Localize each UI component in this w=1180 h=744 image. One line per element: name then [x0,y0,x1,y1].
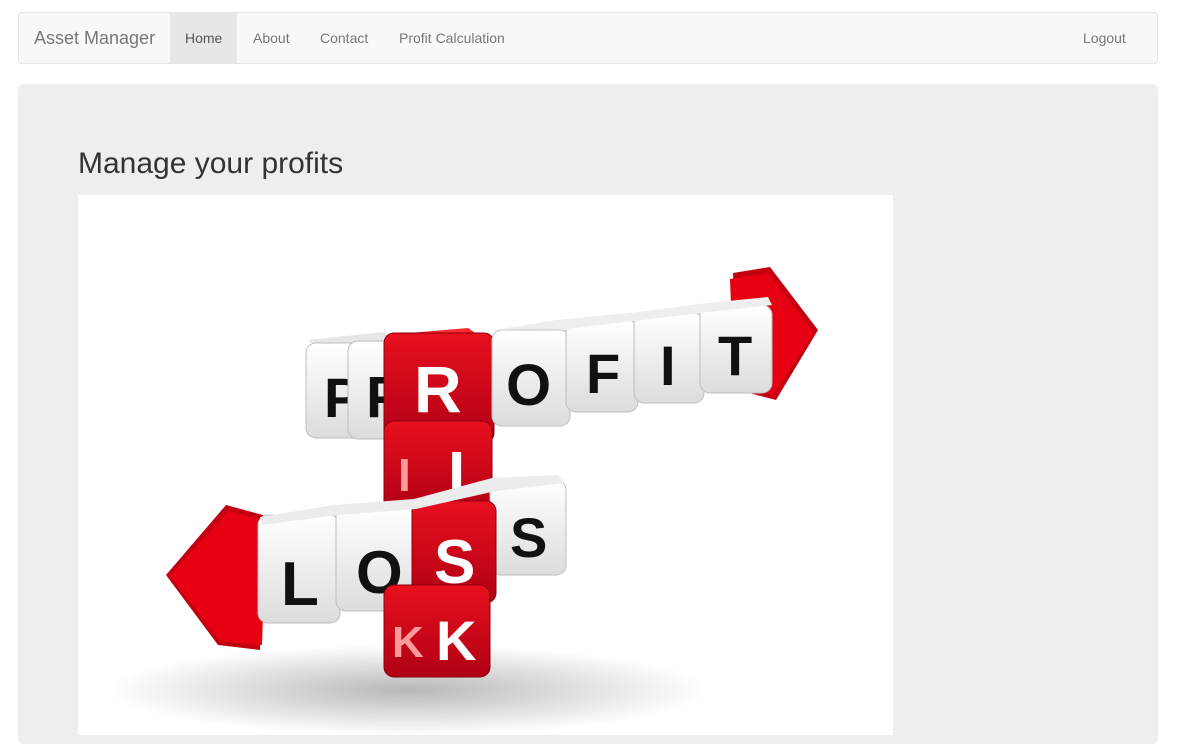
risk-k-cube: K K [383,584,491,678]
left-arrow [166,505,266,650]
svg-text:O: O [506,353,551,418]
svg-text:L: L [281,550,319,619]
svg-text:I: I [398,449,411,501]
profit-row: P P R O F I T [305,297,773,444]
svg-text:F: F [586,342,620,405]
svg-text:R: R [414,352,462,426]
logout-link[interactable]: Logout [1068,13,1141,63]
svg-text:K: K [392,618,424,667]
nav-item-profit-calculation[interactable]: Profit Calculation [384,13,520,63]
profit-risk-loss-illustration: P P R O F I T [108,267,818,735]
hero-image: P P R O F I T [78,195,893,735]
svg-text:I: I [660,334,676,397]
svg-text:K: K [436,609,476,672]
top-navbar: Asset Manager Home About Contact Profit … [18,12,1158,64]
svg-text:S: S [510,506,547,569]
nav-item-about[interactable]: About [238,13,305,63]
page-title: Manage your profits [78,147,344,180]
nav-item-home[interactable]: Home [170,13,238,63]
nav-item-contact[interactable]: Contact [305,13,383,63]
jumbotron: Manage your profits P R O F I T I I S L … [18,84,1158,744]
navbar-brand[interactable]: Asset Manager [34,13,155,63]
svg-text:T: T [718,324,752,387]
